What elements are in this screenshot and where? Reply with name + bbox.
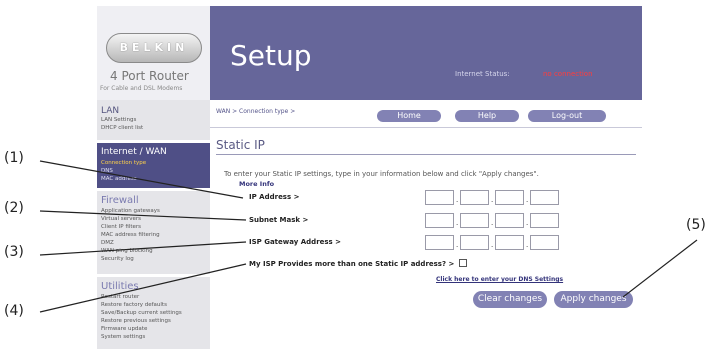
subnet-mask-octet-4[interactable]: [530, 213, 559, 228]
callout-2: (2): [4, 200, 24, 216]
internet-status-label: Internet Status:: [455, 70, 510, 78]
home-button[interactable]: Home: [377, 110, 441, 122]
isp-gateway-octet-1[interactable]: [425, 235, 454, 250]
page-title: Setup: [230, 39, 312, 72]
sidebar-item-client-ip-filters[interactable]: Client IP filters: [101, 224, 141, 230]
sidebar-item-restore-factory-defaults[interactable]: Restore factory defaults: [101, 302, 167, 308]
sidebar-item-save-backup-settings[interactable]: Save/Backup current settings: [101, 310, 182, 316]
octet-separator: .: [491, 219, 494, 227]
ip-address-octet-1[interactable]: [425, 190, 454, 205]
octet-separator: .: [526, 219, 529, 227]
header: Setup Internet Status: no connection: [210, 6, 642, 100]
logo-area: BELKIN 4 Port Router For Cable and DSL M…: [97, 6, 210, 100]
isp-gateway-octet-4[interactable]: [530, 235, 559, 250]
figure: BELKIN 4 Port Router For Cable and DSL M…: [0, 0, 714, 356]
sidebar-item-wan-ping-blocking[interactable]: WAN ping blocking: [101, 248, 153, 254]
octet-separator: .: [526, 241, 529, 249]
ip-address-octet-2[interactable]: [460, 190, 489, 205]
sidebar-heading-lan[interactable]: LAN: [101, 106, 119, 116]
callout-5: (5): [686, 217, 706, 233]
sidebar-item-mac-address[interactable]: MAC address: [101, 176, 137, 182]
sidebar-item-virtual-servers[interactable]: Virtual servers: [101, 216, 141, 222]
navigation-bar: WAN > Connection type > Home Help Log-ou…: [210, 100, 642, 128]
callout-4: (4): [4, 303, 24, 319]
section-title: Static IP: [216, 138, 265, 152]
subnet-mask-octet-3[interactable]: [495, 213, 524, 228]
sidebar-heading-firewall[interactable]: Firewall: [101, 195, 139, 206]
sidebar-item-security-log[interactable]: Security log: [101, 256, 134, 262]
octet-separator: .: [456, 241, 459, 249]
more-info-link[interactable]: More Info: [239, 180, 274, 188]
sidebar-item-firmware-update[interactable]: Firmware update: [101, 326, 147, 332]
apply-changes-button[interactable]: Apply changes: [554, 291, 633, 308]
breadcrumb: WAN > Connection type >: [216, 108, 296, 115]
multiple-static-ip-checkbox[interactable]: [459, 259, 467, 267]
sidebar-item-system-settings[interactable]: System settings: [101, 334, 145, 340]
sidebar-section-lan: LAN LAN Settings DHCP client list: [97, 100, 210, 140]
clear-changes-button[interactable]: Clear changes: [473, 291, 547, 308]
sidebar-heading-utilities[interactable]: Utilities: [101, 281, 139, 292]
callout-3: (3): [4, 244, 24, 260]
octet-separator: .: [491, 196, 494, 204]
sidebar-section-firewall: Firewall Application gateways Virtual se…: [97, 191, 210, 274]
internet-status-value: no connection: [543, 70, 593, 78]
isp-gateway-label: ISP Gateway Address >: [249, 238, 342, 246]
octet-separator: .: [526, 196, 529, 204]
sidebar-section-utilities: Utilities Restart router Restore factory…: [97, 277, 210, 349]
product-subtitle: For Cable and DSL Modems: [100, 85, 183, 92]
sidebar: LAN LAN Settings DHCP client list Intern…: [97, 100, 210, 356]
ip-address-octet-3[interactable]: [495, 190, 524, 205]
subnet-mask-octet-2[interactable]: [460, 213, 489, 228]
octet-separator: .: [491, 241, 494, 249]
sidebar-item-connection-type[interactable]: Connection type: [101, 160, 146, 166]
logout-button[interactable]: Log-out: [528, 110, 606, 122]
sidebar-item-dns[interactable]: DNS: [101, 168, 113, 174]
sidebar-item-restore-previous-settings[interactable]: Restore previous settings: [101, 318, 171, 324]
brand-name: BELKIN: [119, 41, 189, 54]
ip-address-label: IP Address >: [249, 193, 300, 201]
belkin-logo: BELKIN: [106, 33, 202, 63]
sidebar-item-dmz[interactable]: DMZ: [101, 240, 114, 246]
sidebar-item-restart-router[interactable]: Restart router: [101, 294, 139, 300]
sidebar-section-wan: Internet / WAN Connection type DNS MAC a…: [97, 143, 210, 188]
sidebar-item-application-gateways[interactable]: Application gateways: [101, 208, 160, 214]
title-divider: [216, 154, 636, 155]
sidebar-item-dhcp-client-list[interactable]: DHCP client list: [101, 125, 143, 131]
isp-gateway-octet-2[interactable]: [460, 235, 489, 250]
sidebar-heading-wan[interactable]: Internet / WAN: [101, 147, 167, 157]
multiple-ip-label: My ISP Provides more than one Static IP …: [249, 260, 455, 268]
dns-settings-link[interactable]: Click here to enter your DNS Settings: [436, 276, 563, 283]
intro-text: To enter your Static IP settings, type i…: [224, 170, 539, 178]
sidebar-item-mac-address-filtering[interactable]: MAC address filtering: [101, 232, 160, 238]
octet-separator: .: [456, 196, 459, 204]
callout-1: (1): [4, 150, 24, 166]
sidebar-item-lan-settings[interactable]: LAN Settings: [101, 117, 136, 123]
octet-separator: .: [456, 219, 459, 227]
main-content: Static IP To enter your Static IP settin…: [210, 129, 642, 356]
subnet-mask-octet-1[interactable]: [425, 213, 454, 228]
help-button[interactable]: Help: [455, 110, 519, 122]
isp-gateway-octet-3[interactable]: [495, 235, 524, 250]
subnet-mask-label: Subnet Mask >: [249, 216, 309, 224]
product-name: 4 Port Router: [110, 69, 189, 83]
ip-address-octet-4[interactable]: [530, 190, 559, 205]
